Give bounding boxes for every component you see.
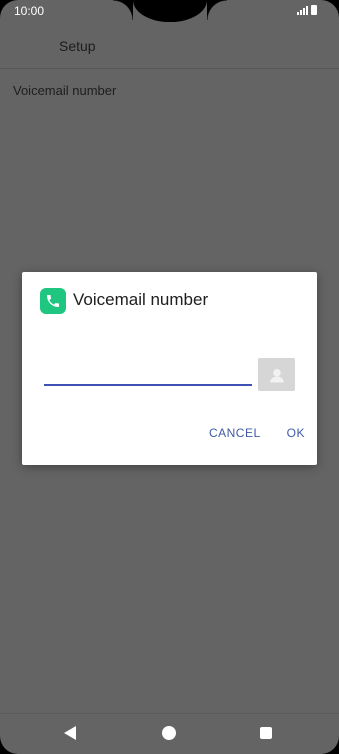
status-bar: 10:00 [0, 0, 339, 22]
phone-icon [40, 288, 66, 314]
contact-icon [269, 368, 284, 382]
ok-button[interactable]: OK [287, 426, 305, 440]
status-icons [297, 5, 317, 15]
battery-icon [311, 5, 317, 15]
navigation-bar [0, 713, 339, 754]
cancel-button[interactable]: CANCEL [209, 426, 261, 440]
home-circle-icon[interactable] [162, 726, 176, 740]
back-triangle-icon[interactable] [64, 726, 76, 740]
list-item-label: Voicemail number [13, 83, 117, 98]
contact-picker-button[interactable] [258, 358, 295, 391]
list-item-voicemail-number[interactable]: Voicemail number [13, 83, 116, 98]
dialog-actions: CANCEL OK [209, 426, 305, 440]
recents-square-icon[interactable] [260, 727, 272, 739]
app-bar: Setup [0, 22, 339, 69]
dialog-title: Voicemail number [73, 290, 209, 309]
status-time: 10:00 [14, 4, 45, 18]
phone-screen: 10:00 Setup Voicemail number Voicemail n… [0, 0, 339, 754]
voicemail-number-input[interactable] [44, 362, 252, 386]
signal-icon [297, 6, 308, 15]
voicemail-number-dialog: Voicemail number CANCEL OK [22, 272, 317, 465]
page-title: Setup [59, 38, 96, 54]
